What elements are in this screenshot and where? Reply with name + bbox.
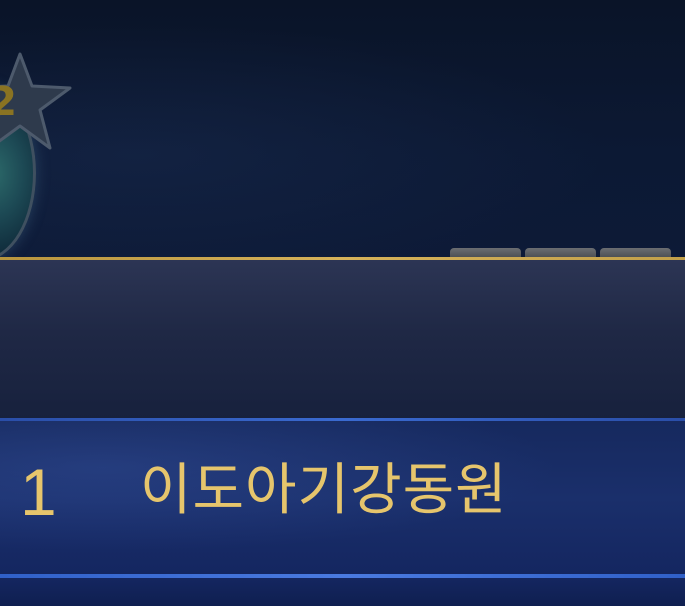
- rank-number: 1: [20, 455, 57, 529]
- header-panel: [0, 260, 685, 420]
- ranking-list-item[interactable]: 1 이도아기강동원: [0, 421, 685, 576]
- player-name: 이도아기강동원: [140, 458, 508, 523]
- star-badge-number: 2: [0, 79, 17, 125]
- player-info-panel: 2: [0, 0, 685, 261]
- star-badge-icon: 2: [0, 52, 84, 156]
- next-row-panel: [0, 578, 685, 606]
- game-screen: 2 1 이도아기강동원: [0, 0, 685, 606]
